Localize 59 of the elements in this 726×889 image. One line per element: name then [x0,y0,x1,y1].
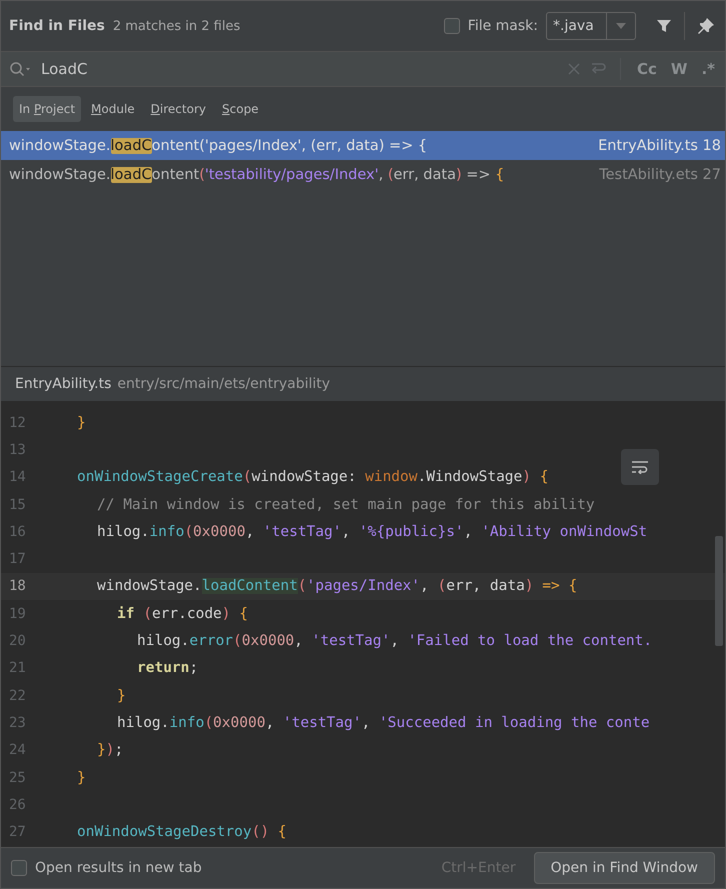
scope-tab[interactable]: In Project [13,96,82,122]
preview-file-name: EntryAbility.ts [15,376,112,392]
line-number: 21 [8,660,27,676]
caret-icon [616,23,626,29]
newline-icon[interactable] [590,62,606,76]
match-summary: 2 matches in 2 files [112,18,240,34]
code-line: return; [136,660,198,676]
line-number: 18 [8,578,27,594]
code-line: // Main window is created, set main page for this ability [96,496,595,513]
code-line: } [116,688,126,704]
clear-icon[interactable] [568,63,580,75]
line-number: 15 [8,496,27,513]
scope-tab[interactable]: Module [85,96,141,122]
code-line: if (err.code) { [116,606,248,622]
preview-file-path: entry/src/main/ets/entryability [117,376,330,392]
scrollbar-thumb[interactable] [715,536,723,646]
code-line: windowStage.loadContent('pages/Index', (err, data) => { [96,578,578,594]
result-location: TestAbility.ets 27 [599,166,721,182]
line-number: 26 [8,796,27,813]
soft-wrap-icon [631,460,649,474]
dialog-title: Find in Files [9,18,105,34]
line-number: 24 [8,742,27,758]
code-line: } [76,414,86,431]
line-number: 25 [8,770,27,786]
scope-tab[interactable]: Directory [144,96,212,122]
code-line: hilog.info(0x0000, 'testTag', 'Succeeded in loading the conte [116,714,650,731]
code-line: onWindowStageDestroy() { [76,824,287,840]
line-number: 20 [8,633,27,650]
code-line: }); [96,742,124,758]
soft-wrap-button[interactable] [621,449,659,485]
filter-icon[interactable] [656,18,672,34]
code-line: } [76,770,86,786]
result-location: EntryAbility.ts 18 [598,138,721,154]
line-number: 22 [8,688,27,704]
search-icon[interactable] [9,61,31,77]
line-number: 17 [8,551,27,568]
result-row[interactable]: windowStage.loadContent('pages/Index', (err, data) => { EntryAbility.ts 18 [1,131,725,160]
file-mask-dropdown[interactable]: *.java [546,12,636,40]
code-line: hilog.error(0x0000, 'testTag', 'Failed to load the content. [136,633,652,650]
file-mask-checkbox[interactable] [444,18,460,34]
new-tab-checkbox[interactable] [11,860,27,876]
result-row[interactable]: windowStage.loadContent('testability/pages/Index', (err, data) => { TestAbility.ets 27 [1,160,725,189]
line-number: 27 [8,824,27,840]
file-mask-label: File mask: [468,18,538,34]
code-line: onWindowStageCreate(windowStage: window.WindowStage) { [76,469,548,486]
result-code: windowStage.loadContent('testability/pages/Index', (err, data) => { [9,166,504,182]
scope-tab[interactable]: Scope [216,96,265,122]
result-code: windowStage.loadContent('pages/Index', (err, data) => { [9,138,428,154]
line-number: 16 [8,524,27,540]
line-number: 14 [8,469,27,486]
line-number: 13 [8,442,27,458]
code-line: hilog.info(0x0000, 'testTag', '%{public}s', 'Ability onWindowSt [96,524,648,540]
open-in-find-window-button[interactable]: Open in Find Window [534,852,715,884]
search-field[interactable]: LoadC [41,60,88,78]
pin-icon[interactable] [697,17,715,35]
line-number: 23 [8,714,27,731]
new-tab-label: Open results in new tab [35,860,202,876]
line-number: 19 [8,606,27,622]
line-number: 12 [8,414,27,431]
